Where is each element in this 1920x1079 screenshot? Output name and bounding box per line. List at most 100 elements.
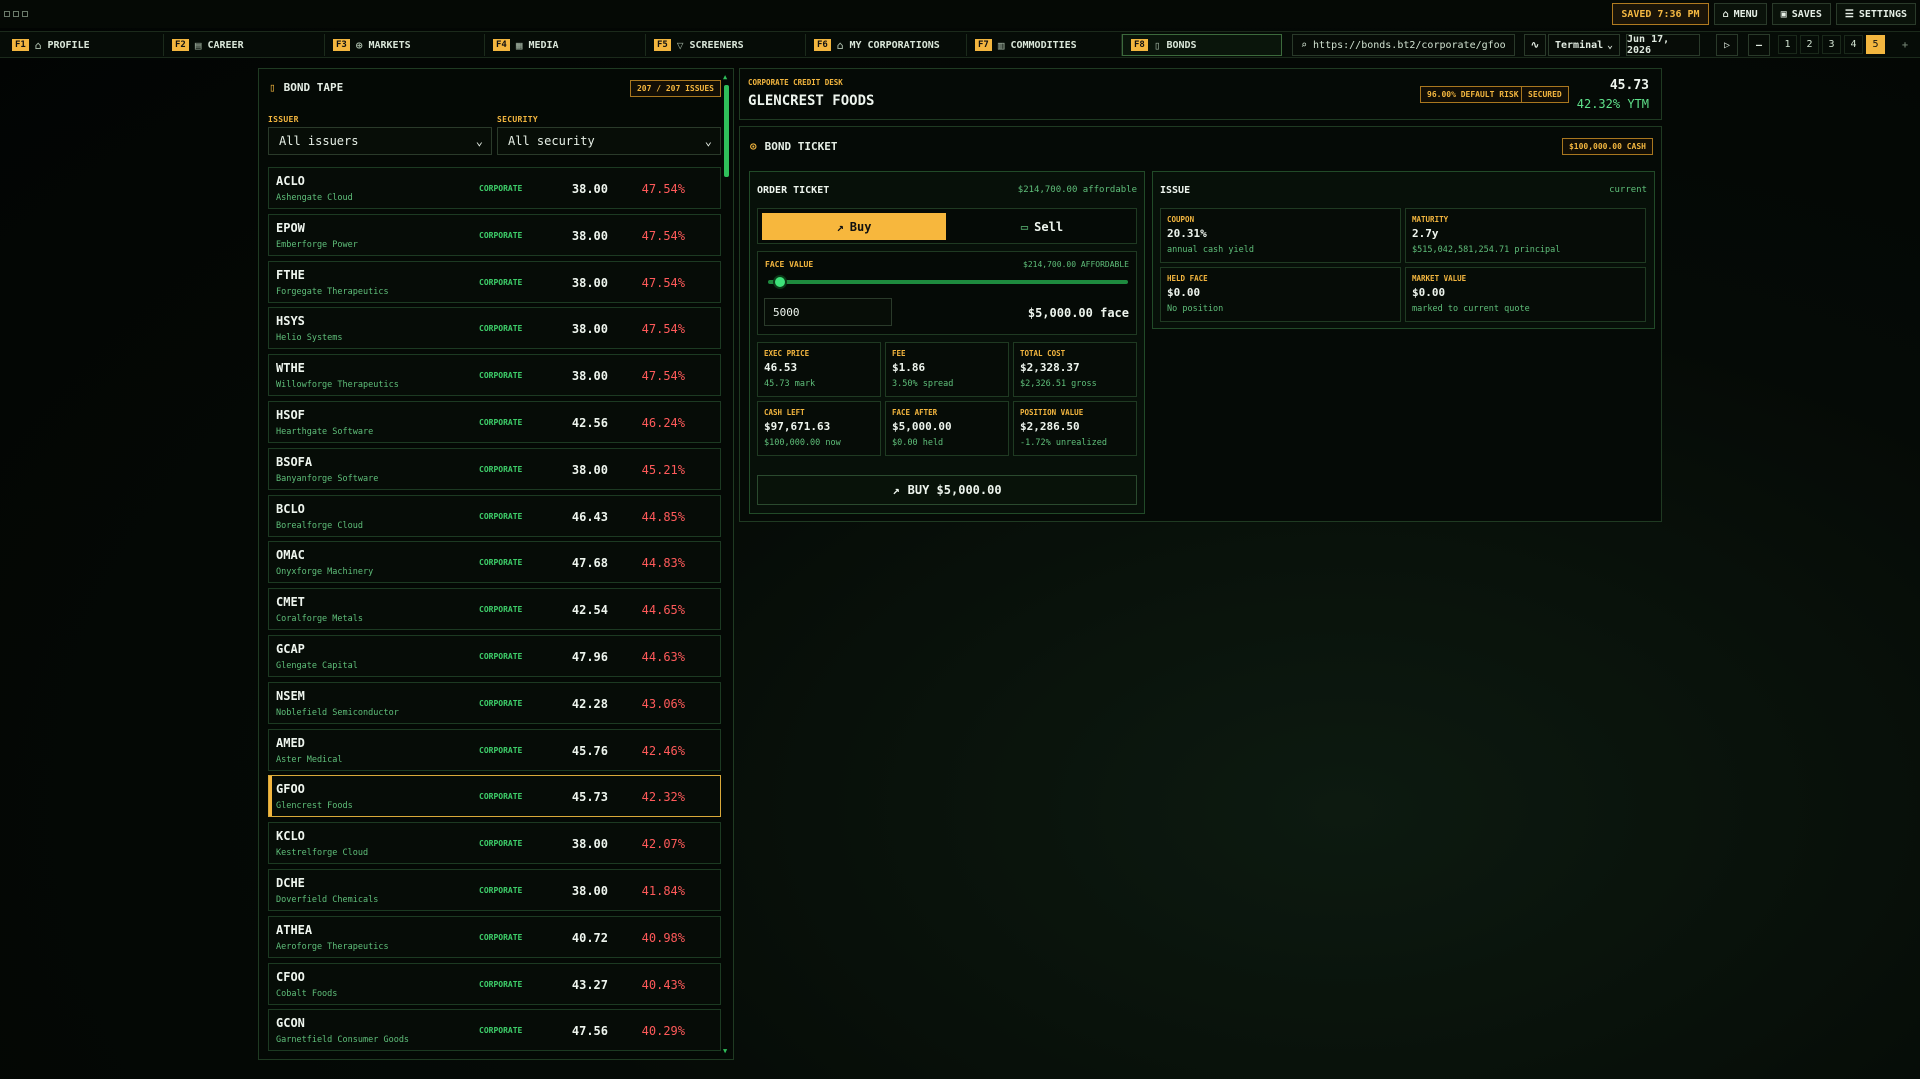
- fkey: F3: [333, 39, 350, 51]
- buy-submit-button[interactable]: ↗ BUY $5,000.00: [757, 475, 1137, 505]
- submit-label: BUY $5,000.00: [907, 483, 1002, 497]
- bond-row-omac[interactable]: OMAC Onyxforge Machinery CORPORATE 47.68 44.…: [268, 541, 721, 584]
- tab-media[interactable]: F4 ▦ MEDIA: [485, 34, 646, 56]
- tab-my-corporations[interactable]: F6 ⌂ MY CORPORATIONS: [806, 34, 967, 56]
- menu-button[interactable]: ⌂ MENU: [1713, 3, 1767, 25]
- fkey: F6: [814, 39, 831, 51]
- issuer-value: All issuers: [279, 134, 359, 148]
- stat-value: 20.31%: [1167, 227, 1207, 240]
- bond-issuer-name: Hearthgate Software: [276, 426, 374, 437]
- speed-4[interactable]: 4: [1844, 35, 1863, 54]
- bond-row-gcap[interactable]: GCAP Glengate Capital CORPORATE 47.96 44.63%: [268, 634, 721, 677]
- face-value-slider[interactable]: [768, 275, 1128, 289]
- minus-icon[interactable]: —: [1748, 34, 1770, 56]
- bond-row-gfoo[interactable]: GFOO Glencrest Foods CORPORATE 45.73 42.32%: [268, 775, 721, 818]
- slider-thumb[interactable]: [773, 275, 788, 289]
- bond-row-kclo[interactable]: KCLO Kestrelforge Cloud CORPORATE 38.00 42.0…: [268, 822, 721, 865]
- bond-type: CORPORATE: [479, 605, 523, 615]
- bond-row-nsem[interactable]: NSEM Noblefield Semiconductor CORPORATE 42.…: [268, 681, 721, 724]
- bond-row-gcon[interactable]: GCON Garnetfield Consumer Goods CORPORATE 4…: [268, 1009, 721, 1052]
- stat-label: TOTAL COST: [1020, 349, 1066, 358]
- pulse-icon[interactable]: ∿: [1524, 34, 1546, 56]
- side-toggle: ↗ Buy ▭ Sell: [757, 208, 1137, 244]
- play-icon[interactable]: ▷: [1716, 34, 1738, 56]
- bond-ticker: ACLO: [276, 174, 305, 188]
- bond-row-epow[interactable]: EPOW Emberforge Power CORPORATE 38.00 47.54%: [268, 213, 721, 256]
- bond-row-bsofa[interactable]: BSOFA Banyanforge Software CORPORATE 38.00 4…: [268, 447, 721, 490]
- bond-price: 46.43: [571, 509, 608, 524]
- bond-row-hsys[interactable]: HSYS Helio Systems CORPORATE 38.00 47.54%: [268, 307, 721, 350]
- url-text: https://bonds.bt2/corporate/gfoo: [1313, 39, 1506, 51]
- company-name: GLENCREST FOODS: [748, 93, 875, 109]
- bond-row-cmet[interactable]: CMET Coralforge Metals CORPORATE 42.54 44.65…: [268, 588, 721, 631]
- security-label: SECURITY: [497, 115, 538, 124]
- stat-sub: No position: [1167, 304, 1224, 314]
- trend-up-icon: ↗: [892, 483, 900, 497]
- issue-tag: current: [1609, 185, 1647, 195]
- sell-toggle[interactable]: ▭ Sell: [950, 213, 1134, 240]
- bond-price: 38.00: [571, 322, 608, 337]
- bond-yield: 42.07%: [641, 837, 685, 852]
- security-select[interactable]: All security ⌄: [497, 127, 721, 155]
- order-ticket-title: ORDER TICKET: [757, 185, 830, 196]
- scroll-down-icon[interactable]: ▼: [723, 1047, 727, 1055]
- bond-row-aclo[interactable]: ACLO Ashengate Cloud CORPORATE 38.00 47.54%: [268, 167, 721, 209]
- issue-title: ISSUE: [1160, 185, 1191, 196]
- mode-select[interactable]: Terminal ⌄: [1548, 34, 1620, 56]
- bond-row-hsof[interactable]: HSOF Hearthgate Software CORPORATE 42.56 46.…: [268, 400, 721, 443]
- bond-row-bclo[interactable]: BCLO Borealforge Cloud CORPORATE 46.43 44.85…: [268, 494, 721, 537]
- tab-screeners[interactable]: F5 ▽ SCREENERS: [646, 34, 806, 56]
- cash-icon: ▭: [1020, 219, 1029, 234]
- bond-type: CORPORATE: [479, 932, 523, 942]
- issuer-select[interactable]: All issuers ⌄: [268, 127, 492, 155]
- tab-bonds[interactable]: F8 ▯ BONDS: [1122, 34, 1282, 56]
- bond-issuer-name: Garnetfield Consumer Goods: [276, 1035, 410, 1046]
- tab-profile[interactable]: F1 ⌂ PROFILE: [4, 34, 164, 56]
- bond-issuer-name: Cobalt Foods: [276, 988, 338, 999]
- bond-price: 38.00: [571, 228, 608, 243]
- buy-toggle[interactable]: ↗ Buy: [762, 213, 946, 240]
- saves-button[interactable]: ▣ SAVES: [1771, 3, 1831, 25]
- order-ticket: ORDER TICKET $214,700.00 affordable ↗ Buy…: [749, 171, 1145, 514]
- bond-ticker: CFOO: [276, 969, 305, 984]
- bond-ticker: GCAP: [276, 641, 305, 656]
- bond-row-cfoo[interactable]: CFOO Cobalt Foods CORPORATE 43.27 40.43%: [268, 962, 721, 1005]
- stat-label: MARKET VALUE: [1412, 274, 1467, 283]
- bond-issuer-name: Coralforge Metals: [276, 614, 363, 625]
- scroll-up-icon[interactable]: ▲: [723, 73, 727, 81]
- tab-career[interactable]: F2 ▤ CAREER: [164, 34, 325, 56]
- address-bar[interactable]: ⌕ https://bonds.bt2/corporate/gfoo: [1292, 34, 1515, 56]
- filter-icon: ▽: [676, 38, 684, 52]
- speed-1[interactable]: 1: [1778, 35, 1797, 54]
- scrollbar[interactable]: ▲ ▼: [723, 73, 731, 1055]
- speed-3[interactable]: 3: [1822, 35, 1841, 54]
- window-controls[interactable]: [0, 11, 28, 17]
- bond-row-dche[interactable]: DCHE Doverfield Chemicals CORPORATE 38.00 41…: [268, 868, 721, 911]
- speed-5[interactable]: 5: [1866, 35, 1885, 54]
- bond-type: CORPORATE: [479, 979, 523, 989]
- bond-yield: 47.54%: [641, 275, 685, 290]
- tab-label: PROFILE: [47, 39, 90, 51]
- bond-row-amed[interactable]: AMED Aster Medical CORPORATE 45.76 42.46%: [268, 728, 721, 771]
- settings-button[interactable]: ☰ SETTINGS: [1835, 3, 1916, 25]
- bond-price: 38.00: [571, 883, 608, 898]
- speed-2[interactable]: 2: [1800, 35, 1819, 54]
- bond-issuer-name: Forgegate Therapeutics: [276, 286, 389, 297]
- scroll-thumb[interactable]: [724, 85, 729, 177]
- bond-row-athea[interactable]: ATHEA Aeroforge Therapeutics CORPORATE 40.7…: [268, 915, 721, 958]
- bond-yield: 40.98%: [641, 930, 685, 945]
- bond-row-fthe[interactable]: FTHE Forgegate Therapeutics CORPORATE 38.00…: [268, 260, 721, 303]
- face-value-input[interactable]: 5000: [764, 298, 892, 326]
- bond-tape-panel: ▯ BOND TAPE 207 / 207 ISSUES ISSUER SECU…: [258, 68, 734, 1060]
- bond-row-wthe[interactable]: WTHE Willowforge Therapeutics CORPORATE 38.…: [268, 354, 721, 397]
- tab-markets[interactable]: F3 ⊕ MARKETS: [325, 34, 485, 56]
- fkey: F1: [12, 39, 29, 51]
- chevron-down-icon: ⌄: [1606, 39, 1613, 51]
- bond-yield: 47.54%: [641, 369, 685, 384]
- home-icon: ⌂: [34, 38, 42, 52]
- bond-type: CORPORATE: [479, 651, 523, 661]
- add-icon[interactable]: +: [1895, 34, 1915, 56]
- bond-ticket-title: BOND TICKET: [764, 140, 838, 153]
- tab-commodities[interactable]: F7 ▥ COMMODITIES: [967, 34, 1122, 56]
- fkey: F4: [493, 39, 510, 51]
